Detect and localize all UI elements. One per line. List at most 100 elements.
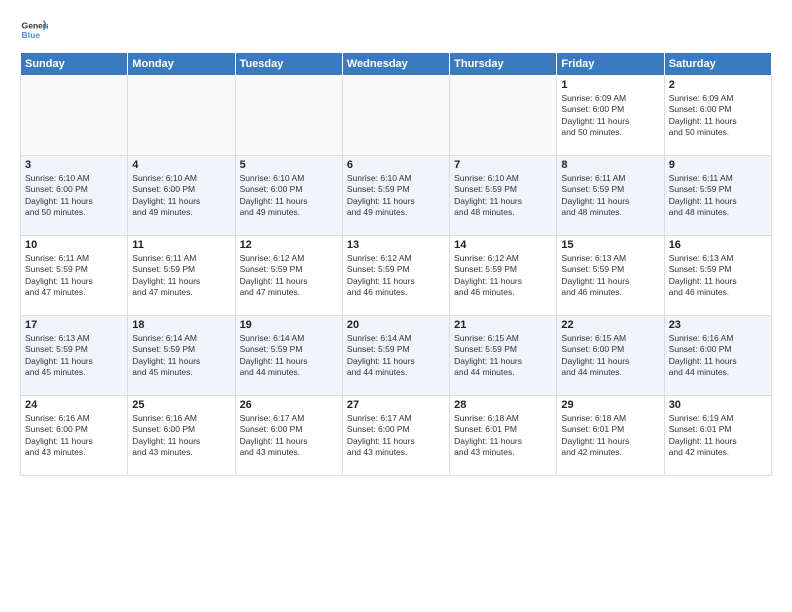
weekday-header-thursday: Thursday: [450, 53, 557, 76]
day-info: Sunrise: 6:11 AM Sunset: 5:59 PM Dayligh…: [132, 253, 230, 299]
day-info: Sunrise: 6:10 AM Sunset: 6:00 PM Dayligh…: [25, 173, 123, 219]
day-number: 5: [240, 159, 338, 171]
day-info: Sunrise: 6:16 AM Sunset: 6:00 PM Dayligh…: [25, 413, 123, 459]
day-info: Sunrise: 6:14 AM Sunset: 5:59 PM Dayligh…: [347, 333, 445, 379]
calendar-cell: 9 Sunrise: 6:11 AM Sunset: 5:59 PM Daylig…: [664, 156, 771, 236]
calendar-cell: 7 Sunrise: 6:10 AM Sunset: 5:59 PM Daylig…: [450, 156, 557, 236]
calendar-cell: 25 Sunrise: 6:16 AM Sunset: 6:00 PM Dayli…: [128, 396, 235, 476]
day-number: 20: [347, 319, 445, 331]
day-number: 13: [347, 239, 445, 251]
calendar-cell: 15 Sunrise: 6:13 AM Sunset: 5:59 PM Dayli…: [557, 236, 664, 316]
day-info: Sunrise: 6:11 AM Sunset: 5:59 PM Dayligh…: [25, 253, 123, 299]
calendar-cell: 20 Sunrise: 6:14 AM Sunset: 5:59 PM Dayli…: [342, 316, 449, 396]
day-number: 21: [454, 319, 552, 331]
day-number: 26: [240, 399, 338, 411]
calendar-cell: 13Sunrise: 6:12 AM Sunset: 5:59 PM Dayli…: [342, 236, 449, 316]
calendar-cell: [450, 76, 557, 156]
calendar-cell: 3Sunrise: 6:10 AM Sunset: 6:00 PM Daylig…: [21, 156, 128, 236]
day-info: Sunrise: 6:18 AM Sunset: 6:01 PM Dayligh…: [454, 413, 552, 459]
calendar-cell: 2 Sunrise: 6:09 AM Sunset: 6:00 PM Daylig…: [664, 76, 771, 156]
day-info: Sunrise: 6:09 AM Sunset: 6:00 PM Dayligh…: [561, 93, 659, 139]
calendar-cell: 23 Sunrise: 6:16 AM Sunset: 6:00 PM Dayli…: [664, 316, 771, 396]
calendar-cell: [342, 76, 449, 156]
day-info: Sunrise: 6:09 AM Sunset: 6:00 PM Dayligh…: [669, 93, 767, 139]
day-info: Sunrise: 6:13 AM Sunset: 5:59 PM Dayligh…: [669, 253, 767, 299]
day-info: Sunrise: 6:10 AM Sunset: 5:59 PM Dayligh…: [454, 173, 552, 219]
weekday-header-saturday: Saturday: [664, 53, 771, 76]
day-number: 6: [347, 159, 445, 171]
weekday-header-monday: Monday: [128, 53, 235, 76]
calendar-cell: 10 Sunrise: 6:11 AM Sunset: 5:59 PM Dayli…: [21, 236, 128, 316]
day-number: 16: [669, 239, 767, 251]
day-number: 22: [561, 319, 659, 331]
day-number: 11: [132, 239, 230, 251]
weekday-header-sunday: Sunday: [21, 53, 128, 76]
calendar-cell: 21 Sunrise: 6:15 AM Sunset: 5:59 PM Dayli…: [450, 316, 557, 396]
day-number: 29: [561, 399, 659, 411]
page-header: General Blue: [20, 16, 772, 44]
day-info: Sunrise: 6:11 AM Sunset: 5:59 PM Dayligh…: [561, 173, 659, 219]
day-info: Sunrise: 6:10 AM Sunset: 6:00 PM Dayligh…: [240, 173, 338, 219]
calendar-cell: 16 Sunrise: 6:13 AM Sunset: 5:59 PM Dayli…: [664, 236, 771, 316]
day-number: 24: [25, 399, 123, 411]
calendar-cell: [128, 76, 235, 156]
calendar-cell: 30 Sunrise: 6:19 AM Sunset: 6:01 PM Dayli…: [664, 396, 771, 476]
calendar-cell: [21, 76, 128, 156]
day-info: Sunrise: 6:11 AM Sunset: 5:59 PM Dayligh…: [669, 173, 767, 219]
day-number: 27: [347, 399, 445, 411]
calendar-cell: 12 Sunrise: 6:12 AM Sunset: 5:59 PM Dayli…: [235, 236, 342, 316]
svg-text:Blue: Blue: [22, 30, 41, 40]
calendar-cell: 8 Sunrise: 6:11 AM Sunset: 5:59 PM Daylig…: [557, 156, 664, 236]
calendar-cell: 5 Sunrise: 6:10 AM Sunset: 6:00 PM Daylig…: [235, 156, 342, 236]
day-info: Sunrise: 6:12 AM Sunset: 5:59 PM Dayligh…: [240, 253, 338, 299]
calendar-cell: 27Sunrise: 6:17 AM Sunset: 6:00 PM Dayli…: [342, 396, 449, 476]
day-number: 9: [669, 159, 767, 171]
day-info: Sunrise: 6:18 AM Sunset: 6:01 PM Dayligh…: [561, 413, 659, 459]
calendar: SundayMondayTuesdayWednesdayThursdayFrid…: [20, 52, 772, 476]
day-number: 15: [561, 239, 659, 251]
day-number: 2: [669, 79, 767, 91]
day-number: 17: [25, 319, 123, 331]
day-info: Sunrise: 6:14 AM Sunset: 5:59 PM Dayligh…: [240, 333, 338, 379]
calendar-cell: 29 Sunrise: 6:18 AM Sunset: 6:01 PM Dayli…: [557, 396, 664, 476]
day-info: Sunrise: 6:13 AM Sunset: 5:59 PM Dayligh…: [561, 253, 659, 299]
calendar-cell: 1 Sunrise: 6:09 AM Sunset: 6:00 PM Daylig…: [557, 76, 664, 156]
day-info: Sunrise: 6:17 AM Sunset: 6:00 PM Dayligh…: [240, 413, 338, 459]
calendar-cell: [235, 76, 342, 156]
day-number: 7: [454, 159, 552, 171]
weekday-header-wednesday: Wednesday: [342, 53, 449, 76]
logo-icon: General Blue: [20, 16, 48, 44]
day-number: 23: [669, 319, 767, 331]
weekday-header-tuesday: Tuesday: [235, 53, 342, 76]
calendar-cell: 6 Sunrise: 6:10 AM Sunset: 5:59 PM Daylig…: [342, 156, 449, 236]
day-number: 18: [132, 319, 230, 331]
calendar-cell: 22 Sunrise: 6:15 AM Sunset: 6:00 PM Dayli…: [557, 316, 664, 396]
day-info: Sunrise: 6:15 AM Sunset: 6:00 PM Dayligh…: [561, 333, 659, 379]
day-number: 8: [561, 159, 659, 171]
calendar-cell: 19Sunrise: 6:14 AM Sunset: 5:59 PM Dayli…: [235, 316, 342, 396]
weekday-header-friday: Friday: [557, 53, 664, 76]
day-number: 4: [132, 159, 230, 171]
day-info: Sunrise: 6:16 AM Sunset: 6:00 PM Dayligh…: [132, 413, 230, 459]
calendar-cell: 28 Sunrise: 6:18 AM Sunset: 6:01 PM Dayli…: [450, 396, 557, 476]
day-info: Sunrise: 6:10 AM Sunset: 6:00 PM Dayligh…: [132, 173, 230, 219]
day-info: Sunrise: 6:14 AM Sunset: 5:59 PM Dayligh…: [132, 333, 230, 379]
day-info: Sunrise: 6:10 AM Sunset: 5:59 PM Dayligh…: [347, 173, 445, 219]
calendar-cell: 14 Sunrise: 6:12 AM Sunset: 5:59 PM Dayli…: [450, 236, 557, 316]
day-number: 14: [454, 239, 552, 251]
day-number: 12: [240, 239, 338, 251]
calendar-cell: 18 Sunrise: 6:14 AM Sunset: 5:59 PM Dayli…: [128, 316, 235, 396]
day-info: Sunrise: 6:15 AM Sunset: 5:59 PM Dayligh…: [454, 333, 552, 379]
calendar-cell: 26 Sunrise: 6:17 AM Sunset: 6:00 PM Dayli…: [235, 396, 342, 476]
day-info: Sunrise: 6:16 AM Sunset: 6:00 PM Dayligh…: [669, 333, 767, 379]
logo: General Blue: [20, 16, 52, 44]
day-number: 28: [454, 399, 552, 411]
day-info: Sunrise: 6:12 AM Sunset: 5:59 PM Dayligh…: [454, 253, 552, 299]
day-number: 10: [25, 239, 123, 251]
day-number: 30: [669, 399, 767, 411]
calendar-cell: 24 Sunrise: 6:16 AM Sunset: 6:00 PM Dayli…: [21, 396, 128, 476]
day-info: Sunrise: 6:19 AM Sunset: 6:01 PM Dayligh…: [669, 413, 767, 459]
day-number: 25: [132, 399, 230, 411]
calendar-cell: 17Sunrise: 6:13 AM Sunset: 5:59 PM Dayli…: [21, 316, 128, 396]
day-number: 1: [561, 79, 659, 91]
